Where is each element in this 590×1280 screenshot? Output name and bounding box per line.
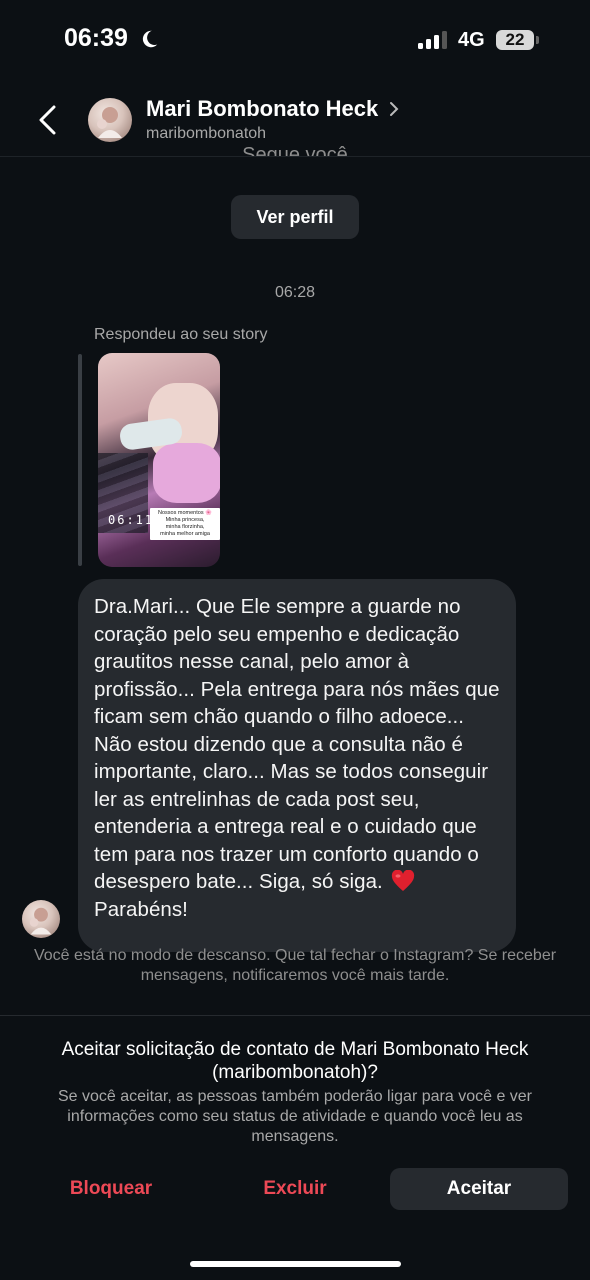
status-time: 06:39 [64, 24, 128, 52]
accept-button[interactable]: Aceitar [390, 1168, 568, 1210]
signal-icon [418, 31, 447, 49]
request-body: Se você aceitar, as pessoas também poder… [57, 1088, 533, 1145]
header-avatar[interactable] [88, 98, 132, 142]
contact-name[interactable]: Mari Bombonato Heck [146, 96, 378, 122]
heart-emoji [391, 870, 414, 891]
back-arrow-icon[interactable] [36, 104, 60, 136]
story-caption: Nossos momentos 🌸 Minha princesa, minha … [150, 508, 220, 540]
rest-mode-note: Você está no modo de descanso. Que tal f… [33, 947, 557, 984]
message-timestamp: 06:28 [274, 284, 316, 301]
sender-avatar[interactable] [22, 900, 60, 938]
story-reply-label: Respondeu ao seu story [94, 326, 268, 343]
block-button[interactable]: Bloquear [40, 1168, 182, 1210]
story-caption-line: Minha princesa, [165, 517, 205, 523]
story-reply-bar [78, 354, 82, 566]
delete-button[interactable]: Excluir [224, 1168, 366, 1210]
message-end: Parabéns! [94, 897, 188, 921]
story-time-overlay: 06:11 [108, 513, 155, 527]
section-divider [0, 1015, 590, 1016]
follows-you-text: Segue você [242, 144, 348, 156]
view-profile-button[interactable]: Ver perfil [231, 195, 359, 239]
header-divider [0, 156, 590, 157]
request-title: Aceitar solicitação de contato de Mari B… [61, 1039, 529, 1083]
story-caption-line: Nossos momentos 🌸 [158, 510, 212, 516]
network-label: 4G [458, 29, 485, 51]
moon-icon [142, 30, 158, 48]
message-bubble[interactable]: Dra.Mari... Que Ele sempre a guarde no c… [78, 579, 516, 952]
chevron-right-icon[interactable] [388, 100, 400, 118]
battery-icon: 22 [496, 30, 534, 50]
message-text: Dra.Mari... Que Ele sempre a guarde no c… [94, 595, 500, 893]
home-indicator[interactable] [190, 1261, 401, 1267]
story-decor [153, 443, 220, 503]
story-caption-line: minha melhor amiga [160, 531, 210, 537]
story-thumbnail[interactable]: 06:11 Nossos momentos 🌸 Minha princesa, … [98, 353, 220, 567]
story-caption-line: minha florzinha, [165, 524, 205, 530]
battery-nub [536, 36, 539, 44]
